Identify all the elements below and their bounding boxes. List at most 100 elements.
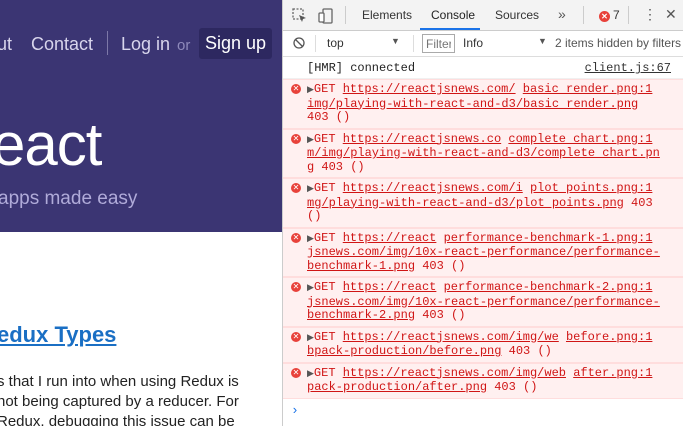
log-text: [HMR] connected [307,61,416,75]
error-link[interactable]: plot points.png:1 [530,181,652,195]
error-text: 403 () [501,344,552,358]
error-line: ▶GET https://react performance-benchmark… [307,230,675,247]
error-line: ▶GET https://reactjsnews.com/ basic rend… [307,82,675,98]
error-link[interactable]: https://reactjsnews.com/img/web [343,366,566,380]
hero-title: eact [0,111,102,178]
log-level-selector[interactable]: Info [463,36,483,50]
error-link[interactable]: basic render.png:1 [523,82,653,96]
error-line: benchmark-1.png 403 () [307,259,675,274]
close-icon[interactable]: ✕ [665,6,677,23]
post-title-link[interactable]: edux Types [0,322,116,348]
signup-button[interactable]: Sign up [199,28,272,59]
error-text: GET [313,280,343,294]
nav-or-text: or [177,37,191,54]
post-body: s that I run into when using Redux is no… [0,372,259,426]
error-text: GET [313,365,343,380]
error-text [523,181,530,195]
console-error-row[interactable]: ✕ ▶GET https://reactjsnews.com/img/we bef… [283,326,683,363]
expand-triangle-icon[interactable]: ▶ [307,283,314,293]
error-link[interactable]: benchmark-2.png [307,308,415,322]
error-link[interactable]: benchmark-1.png [307,259,415,273]
hero-banner: ut Contact Log in or Sign up eact apps m… [0,0,282,232]
expand-triangle-icon[interactable]: ▶ [307,184,314,194]
tabbar-divider [345,6,346,24]
error-text [436,231,443,245]
expand-triangle-icon[interactable]: ▶ [307,135,314,145]
devtools-tabbar: Elements Console Sources » ✕ 7 ⋮ ✕ [283,0,683,31]
filter-input[interactable] [422,34,455,53]
log-message: [HMR] connected client.js:67 [283,57,683,79]
expand-triangle-icon[interactable]: ▶ [307,234,314,244]
console-error-row[interactable]: ✕ ▶GET https://reactjsnews.com/ basic ren… [283,79,683,129]
more-tabs-button[interactable]: » [558,6,566,22]
error-text: GET [313,131,343,146]
tab-elements[interactable]: Elements [362,8,412,22]
error-line: ▶GET https://reactjsnews.com/i plot poin… [307,181,675,197]
error-link[interactable]: https://reactjsnews.com/ [343,82,516,96]
error-text [559,330,566,344]
console-error-row[interactable]: ✕ ▶GET https://reactjsnews.co complete ch… [283,128,683,178]
nav-login-link[interactable]: Log in [121,34,170,55]
nav-about-link[interactable]: ut [0,34,12,55]
error-link[interactable]: performance-benchmark-2.png:1 [444,280,653,294]
hidden-items-info: 2 items hidden by filters [555,36,682,50]
chevron-down-icon[interactable]: ▼ [391,36,400,46]
nav-contact-link[interactable]: Contact [31,34,93,55]
error-count-badge[interactable]: ✕ 7 [599,8,620,22]
error-link[interactable]: https://reactjsnews.co [343,132,501,146]
error-text: 403 [623,195,653,210]
error-link[interactable]: https://reactjsnews.com/i [343,181,523,195]
error-link[interactable]: jsnews.com/img/10x-react-performance/per… [307,295,660,309]
error-icon: ✕ [291,331,301,342]
error-line: ▶GET https://reactjsnews.co complete cha… [307,131,675,148]
error-line: g 403 () [307,160,675,175]
error-line: ▶GET https://reactjsnews.com/img/we befo… [307,329,675,346]
tab-console[interactable]: Console [431,8,475,22]
error-link[interactable]: before.png:1 [566,330,652,344]
error-link[interactable]: jsnews.com/img/10x-react-performance/per… [307,245,660,259]
error-link[interactable]: m/img/playing-with-react-and-d3/complete… [307,146,660,160]
error-link[interactable]: https://reactjsnews.com/img/we [343,330,559,344]
error-line: m/img/playing-with-react-and-d3/complete… [307,146,675,161]
console-prompt[interactable]: › [291,403,683,418]
error-text: () [307,209,322,223]
console-error-row[interactable]: ✕ ▶GET https://react performance-benchmar… [283,277,683,327]
error-link[interactable]: after.png:1 [573,366,652,380]
chevron-down-icon[interactable]: ▼ [538,36,547,46]
error-link[interactable]: pack-production/after.png [307,380,487,394]
error-link[interactable]: complete chart.png:1 [508,132,652,146]
error-count: 7 [613,8,620,22]
tabbar-divider [628,6,629,24]
error-link[interactable]: img/playing-with-react-and-d3/basic rend… [307,97,638,111]
error-link[interactable]: performance-benchmark-1.png:1 [444,231,653,245]
expand-triangle-icon[interactable]: ▶ [307,333,314,343]
nav-divider [107,31,108,55]
more-options-icon[interactable]: ⋮ [643,6,657,23]
console-error-row[interactable]: ✕ ▶GET https://react performance-benchmar… [283,227,683,277]
error-text: 403 () [487,380,538,394]
error-text: GET [313,329,343,344]
device-toolbar-icon[interactable] [318,8,334,24]
console-error-row[interactable]: ✕ ▶GET https://reactjsnews.com/i plot poi… [283,178,683,228]
console-output: [HMR] connected client.js:67 ✕ ▶GET https… [283,57,683,418]
error-text: 403 () [415,308,466,322]
error-link[interactable]: https://react [343,231,437,245]
console-error-row[interactable]: ✕ ▶GET https://reactjsnews.com/img/web af… [283,362,683,399]
post-line: Redux, debugging this issue can be [0,413,235,426]
error-icon: ✕ [291,183,301,193]
tab-sources[interactable]: Sources [495,8,539,22]
post-line: s that I run into when using Redux is [0,373,239,390]
error-link[interactable]: https://react [343,280,437,294]
error-link[interactable]: mg/playing-with-react-and-d3/plot points… [307,196,624,210]
log-source-link[interactable]: client.js:67 [585,62,671,75]
expand-triangle-icon[interactable]: ▶ [307,369,314,379]
error-text: GET [313,230,343,245]
error-line: 403 () [307,110,675,125]
error-link[interactable]: bpack-production/before.png [307,344,501,358]
active-tab-indicator [420,28,480,30]
error-line: pack-production/after.png 403 () [307,380,675,395]
clear-console-icon[interactable] [293,37,305,49]
expand-triangle-icon[interactable]: ▶ [307,85,314,95]
context-selector[interactable]: top [327,36,344,50]
inspect-element-icon[interactable] [292,8,308,24]
